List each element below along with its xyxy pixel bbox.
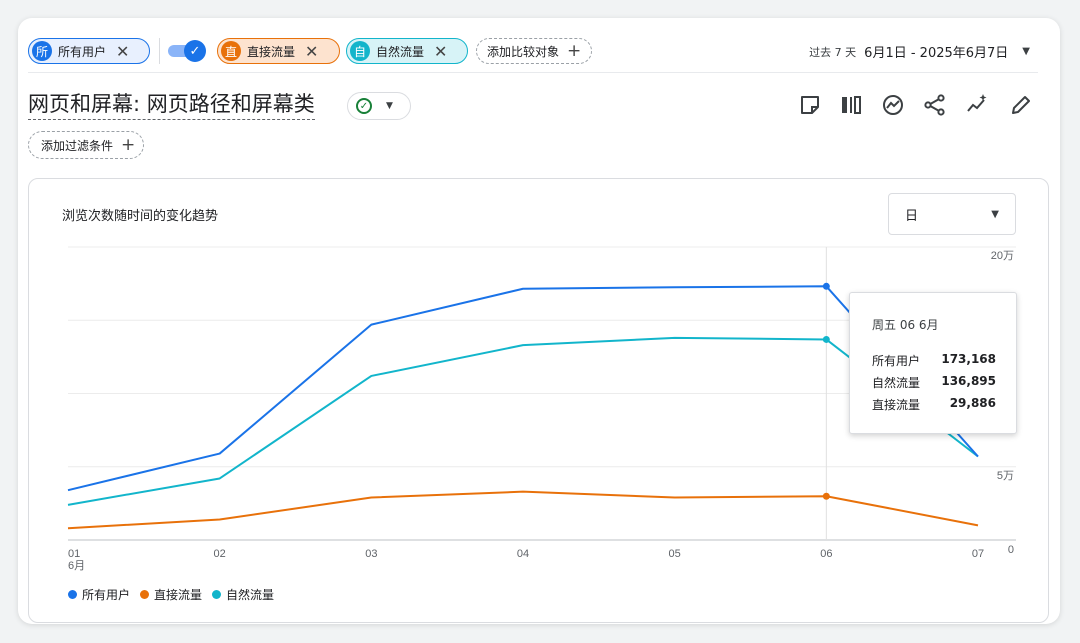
x-tick-label: 04	[517, 548, 529, 560]
series-line	[67, 336, 979, 506]
y-tick-label: 0	[1008, 544, 1014, 556]
series-line	[67, 490, 979, 530]
x-tick-label: 07	[972, 548, 984, 560]
hover-point	[822, 335, 830, 343]
legend-dot	[68, 590, 77, 599]
y-tick-label: 20万	[991, 250, 1014, 262]
hover-point	[822, 282, 830, 290]
legend-item[interactable]: 直接流量	[140, 586, 202, 603]
x-month-label: 6月	[68, 560, 85, 572]
tooltip-row: 所有用户 173,168	[872, 352, 996, 369]
legend-dot	[212, 590, 222, 599]
x-tick-label: 01	[68, 548, 80, 560]
tooltip-date: 周五 06 6月	[872, 318, 939, 332]
tooltip-value: 29,886	[949, 396, 996, 410]
hover-point	[822, 492, 830, 500]
legend-label: 所有用户	[82, 588, 131, 602]
tooltip-value: 173,168	[941, 352, 996, 366]
legend-label: 自然流量	[226, 588, 275, 602]
tooltip-value: 136,895	[941, 374, 996, 388]
legend-item[interactable]: 所有用户	[68, 586, 130, 603]
x-tick-label: 06	[820, 548, 832, 560]
tooltip-row: 直接流量 29,886	[872, 396, 996, 413]
legend-item[interactable]: 自然流量	[212, 586, 274, 603]
tooltip-label: 所有用户	[872, 354, 921, 368]
x-tick-label: 02	[214, 548, 226, 560]
tooltip-label: 直接流量	[872, 398, 921, 412]
chart-tooltip: 周五 06 6月 所有用户 173,168 自然流量 136,895 直接流量 …	[849, 292, 1017, 434]
y-tick-label: 5万	[997, 470, 1014, 482]
tooltip-label: 自然流量	[872, 376, 921, 390]
x-tick-label: 05	[669, 548, 681, 560]
chart-legend: 所有用户 直接流量 自然流量	[68, 586, 284, 603]
x-tick-label: 03	[365, 548, 377, 560]
legend-dot	[140, 590, 150, 599]
legend-label: 直接流量	[154, 588, 203, 602]
series-line	[67, 285, 979, 492]
tooltip-row: 自然流量 136,895	[872, 374, 996, 391]
